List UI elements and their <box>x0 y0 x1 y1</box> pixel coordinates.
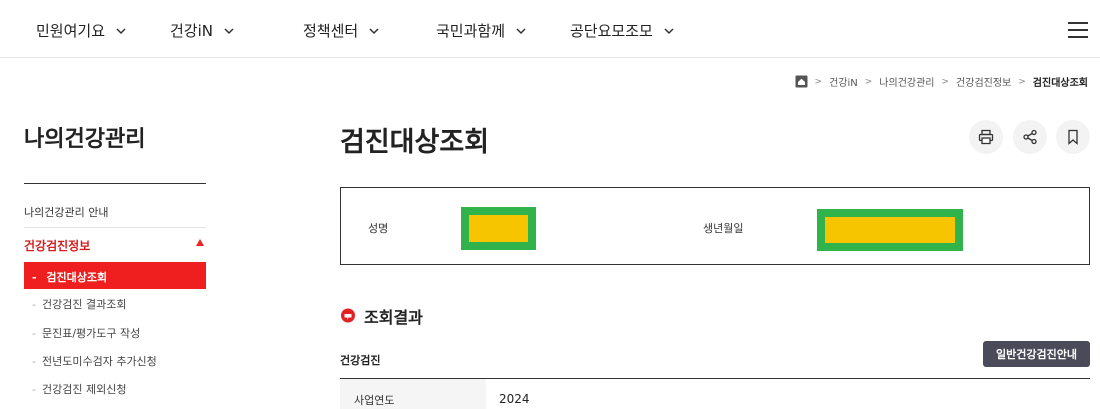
sidebar-subitem-additional[interactable]: - 전년도미수검자 추가신청 <box>32 353 157 369</box>
share-icon <box>1023 129 1037 145</box>
general-checkup-guide-button[interactable]: 일반건강검진안내 <box>983 341 1090 367</box>
chevron-down-icon <box>116 27 126 34</box>
result-heading: 조회결과 <box>340 304 423 328</box>
sidebar-item-active[interactable]: - 검진대상조회 <box>24 262 206 289</box>
sidebar-divider <box>24 227 206 228</box>
table-cell-year: 2024 <box>499 392 530 406</box>
sidebar-divider <box>24 183 206 184</box>
sidebar-bullet: - <box>32 383 36 396</box>
bookmark-icon <box>1068 129 1078 145</box>
sidebar-bullet: - <box>32 271 37 284</box>
nav-item-label: 정책센터 <box>303 22 359 40</box>
breadcrumb-item[interactable]: 건강iN <box>829 74 858 89</box>
name-label: 성명 <box>368 222 389 235</box>
sidebar-item-guide[interactable]: 나의건강관리 안내 <box>24 204 108 220</box>
nav-item-label: 건강iN <box>170 22 213 40</box>
section-label: 건강검진 <box>340 354 381 367</box>
breadcrumb-separator: > <box>864 76 873 87</box>
nav-item-label: 공단요모조모 <box>570 22 653 40</box>
chevron-down-icon <box>664 27 674 34</box>
breadcrumb-separator: > <box>1018 76 1026 87</box>
chevron-down-icon <box>369 27 379 34</box>
nav-item-civil[interactable]: 민원여기요 <box>36 20 127 41</box>
breadcrumb-separator: > <box>814 76 823 87</box>
print-icon <box>978 129 994 145</box>
redacted-birthdate <box>817 209 963 251</box>
menu-icon[interactable] <box>1068 22 1088 38</box>
birth-label: 생년월일 <box>703 222 744 235</box>
table-header-year: 사업연도 <box>340 379 486 409</box>
sidebar-item-label: 건강검진 결과조회 <box>41 298 127 311</box>
sidebar-subitem-questionnaire[interactable]: - 문진표/평가도구 작성 <box>32 325 140 341</box>
sidebar-title: 나의건강관리 <box>24 127 146 152</box>
nav-item-public[interactable]: 국민과함께 <box>436 20 527 41</box>
breadcrumb-item[interactable]: 건강검진정보 <box>956 74 1011 89</box>
nav-item-about[interactable]: 공단요모조모 <box>570 20 675 41</box>
home-icon[interactable] <box>795 75 808 88</box>
breadcrumb-item[interactable]: 나의건강관리 <box>879 74 934 89</box>
nav-item-label: 국민과함께 <box>436 22 506 40</box>
redacted-name <box>461 207 536 250</box>
sidebar-bullet: - <box>32 327 36 340</box>
sidebar-bullet: - <box>32 298 36 311</box>
triangle-up-icon <box>196 239 204 246</box>
pin-icon <box>341 308 355 323</box>
bookmark-button[interactable] <box>1056 120 1090 154</box>
personal-info-box: 성명 생년월일 <box>340 187 1090 265</box>
sidebar-item-label: 검진대상조회 <box>46 271 108 284</box>
result-heading-text: 조회결과 <box>364 308 423 327</box>
sidebar-subitem-exclusion[interactable]: - 건강검진 제외신청 <box>32 381 126 397</box>
sidebar-section-checkup[interactable]: 건강검진정보 <box>24 237 206 254</box>
breadcrumb: > 건강iN > 나의건강관리 > 건강검진정보 > 검진대상조회 <box>795 74 1088 89</box>
sidebar-item-label: 문진표/평가도구 작성 <box>41 327 141 340</box>
breadcrumb-separator: > <box>941 76 950 87</box>
share-button[interactable] <box>1013 120 1047 154</box>
chevron-down-icon <box>224 27 234 34</box>
chevron-down-icon <box>516 27 526 34</box>
sidebar-subitem-results[interactable]: - 건강검진 결과조회 <box>32 296 126 312</box>
nav-item-label: 민원여기요 <box>36 22 106 40</box>
nav-item-health[interactable]: 건강iN <box>170 20 235 41</box>
breadcrumb-current: 검진대상조회 <box>1032 78 1088 89</box>
top-navigation: 민원여기요 건강iN 정책센터 국민과함께 공단요모조모 <box>0 0 1100 58</box>
page-title: 검진대상조회 <box>340 127 490 158</box>
nav-item-policy[interactable]: 정책센터 <box>303 20 380 41</box>
sidebar-section-label: 건강검진정보 <box>24 239 91 253</box>
sidebar-item-label: 전년도미수검자 추가신청 <box>41 355 157 368</box>
sidebar-bullet: - <box>32 355 36 368</box>
sidebar-item-label: 건강검진 제외신청 <box>41 383 127 396</box>
print-button[interactable] <box>969 120 1003 154</box>
